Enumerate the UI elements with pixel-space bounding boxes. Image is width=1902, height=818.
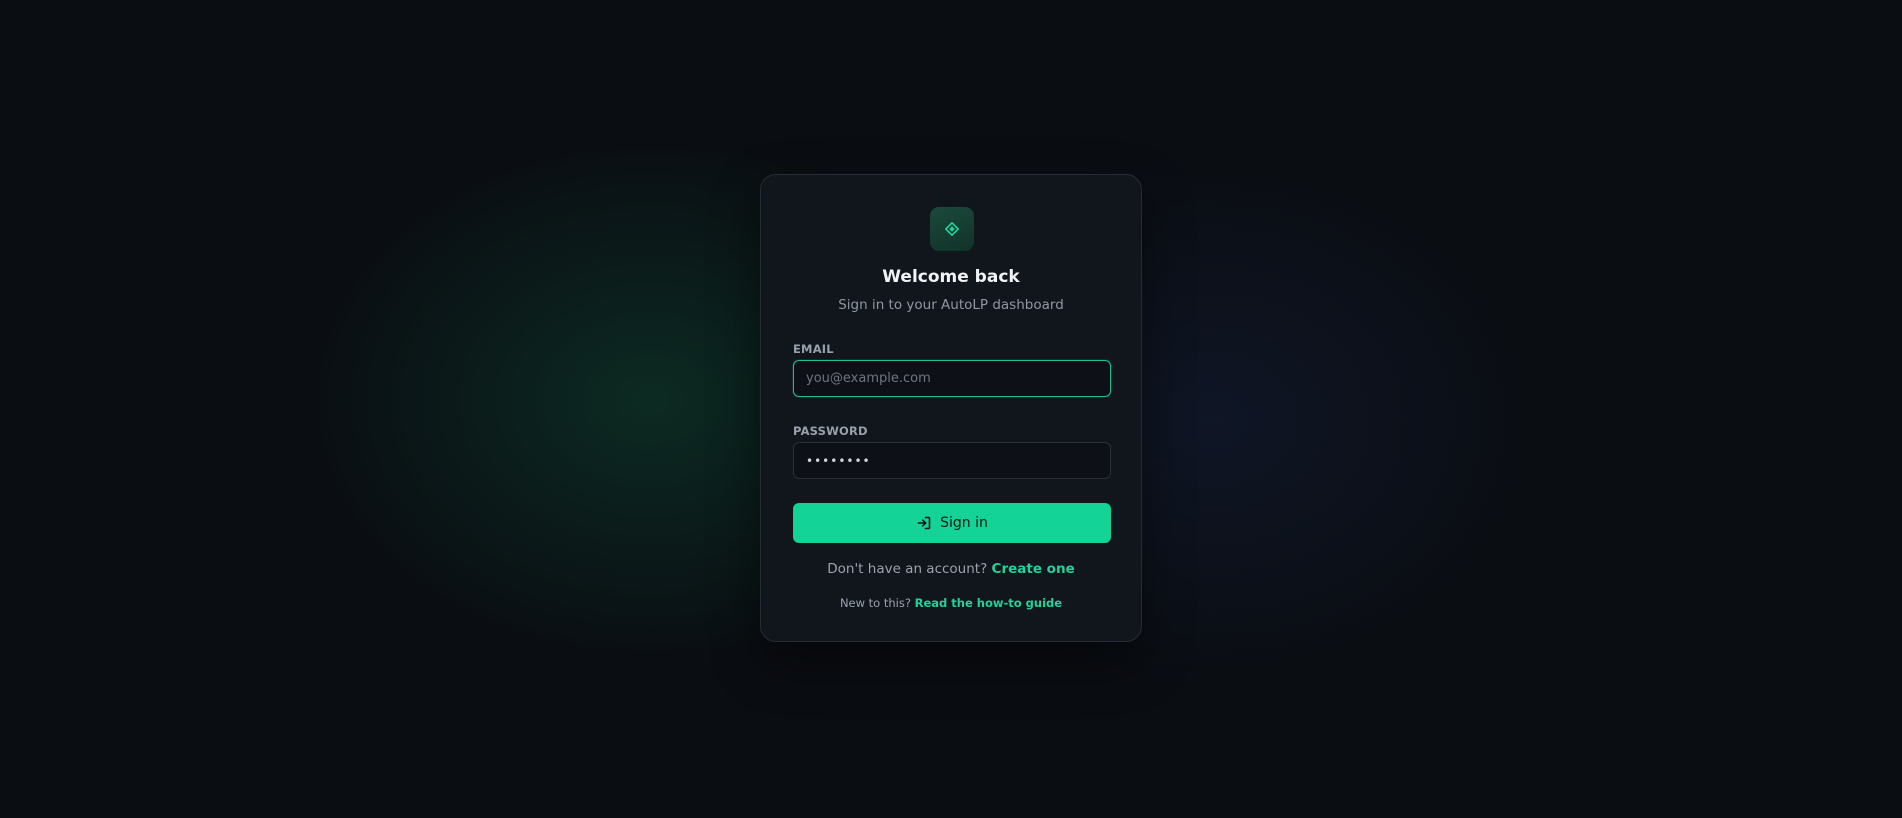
diamond-icon <box>944 221 960 237</box>
signup-prompt-row: Don't have an account? Create one <box>761 561 1141 577</box>
guide-prompt-text: New to this? <box>839 596 911 610</box>
signup-prompt-text: Don't have an account? <box>827 561 988 577</box>
guide-prompt-row: New to this? Read the how-to guide <box>761 596 1141 610</box>
email-label: EMAIL <box>793 342 834 356</box>
login-card: Welcome back Sign in to your AutoLP dash… <box>760 174 1142 642</box>
page-title: Welcome back <box>882 267 1020 287</box>
app-logo <box>930 207 974 251</box>
sign-in-button[interactable]: Sign in <box>793 503 1111 543</box>
sign-in-button-label: Sign in <box>940 515 988 531</box>
email-field[interactable] <box>793 360 1111 397</box>
password-field[interactable] <box>793 442 1111 479</box>
log-in-icon <box>916 515 932 531</box>
page-subtitle: Sign in to your AutoLP dashboard <box>838 297 1064 313</box>
create-account-link[interactable]: Create one <box>992 561 1075 577</box>
password-label: PASSWORD <box>793 424 868 438</box>
how-to-guide-link[interactable]: Read the how-to guide <box>915 596 1062 610</box>
